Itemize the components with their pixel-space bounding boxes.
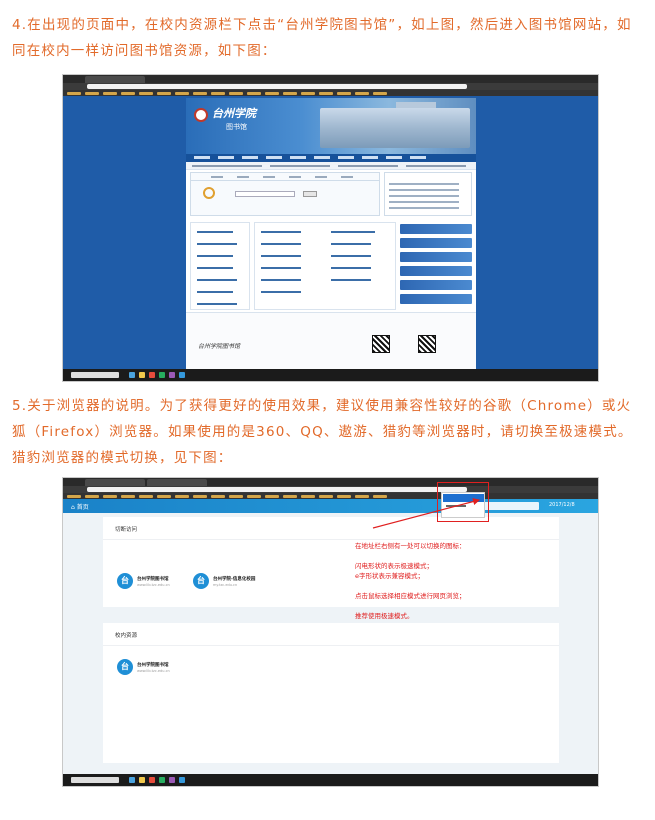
browser-tab — [147, 479, 207, 486]
quick-link — [400, 252, 472, 262]
portal-header: ⌂ 首页 2017/12/8 — [63, 499, 598, 513]
portal-body: 切断访问 台 台州学院图书馆 www.lib.tzc.edu.cn 台 台州学院… — [63, 513, 598, 776]
quick-link — [400, 224, 472, 234]
quick-link — [400, 266, 472, 276]
windows-taskbar — [63, 774, 598, 786]
annotation-line: 点击鼠标选择相应模式进行网页浏览； — [355, 592, 466, 600]
portal-home: ⌂ 首页 — [71, 504, 89, 511]
taskbar-search — [71, 372, 119, 378]
panel-access: 切断访问 台 台州学院图书馆 www.lib.tzc.edu.cn 台 台州学院… — [103, 517, 559, 607]
browser-tab — [85, 76, 145, 83]
browser-address-bar — [63, 83, 598, 90]
magnifier-icon — [203, 187, 215, 199]
annotation-line: 闪电形状的表示极速模式； — [355, 562, 433, 570]
building-photo — [320, 108, 470, 148]
qr-code-icon — [372, 335, 390, 353]
browser-address-bar — [63, 486, 598, 493]
browser-tab-bar — [63, 478, 598, 486]
annotation-line: 在地址栏右侧有一处可以切换的图标： — [355, 542, 466, 550]
quick-link — [400, 238, 472, 248]
site-footer: 台州学院图书馆 — [186, 312, 476, 371]
college-logo-icon — [194, 108, 208, 122]
library-page-background: 台州学院 图书馆 台州学院图书馆 — [63, 96, 598, 371]
highlight-box — [437, 482, 489, 522]
site-name: 台州学院 — [212, 107, 256, 120]
panel-campus-resources: 校内资源 台 台州学院图书馆 www.lib.tzc.edu.cn — [103, 623, 559, 763]
site-search-input — [235, 191, 295, 197]
library-site-screenshot: 台州学院 图书馆 台州学院图书馆 — [62, 74, 599, 382]
browser-tab-bar — [63, 75, 598, 83]
site-search-button — [303, 191, 317, 197]
site-search-box — [190, 172, 380, 216]
step-5-instruction: 5.关于浏览器的说明。为了获得更好的使用效果，建议使用兼容性较好的谷歌（Chro… — [12, 398, 633, 466]
news-box — [384, 172, 472, 216]
quick-link — [400, 280, 472, 290]
service-column — [190, 222, 250, 310]
qr-code-icon — [418, 335, 436, 353]
site-nav — [186, 154, 476, 162]
tai-icon: 台 — [117, 659, 133, 675]
resources-column — [254, 222, 396, 310]
tai-icon: 台 — [117, 573, 133, 589]
annotation-line: 推荐使用极速模式。 — [355, 612, 414, 620]
site-subtitle: 图书馆 — [226, 123, 247, 131]
footer-library-name: 台州学院图书馆 — [198, 343, 241, 350]
mode-switch-screenshot: ⌂ 首页 2017/12/8 切断访问 台 台州学院图书馆 www.lib.tz… — [62, 477, 599, 787]
step-4-instruction: 4.在出现的页面中，在校内资源栏下点击“台州学院图书馆”，如上图，然后进入图书馆… — [12, 17, 632, 59]
quick-link — [400, 294, 472, 304]
tai-icon: 台 — [193, 573, 209, 589]
windows-taskbar — [63, 369, 598, 381]
library-site: 台州学院 图书馆 台州学院图书馆 — [186, 98, 476, 371]
taskbar-search — [71, 777, 119, 783]
browser-tab — [85, 479, 145, 486]
annotation-line: e字形状表示兼容模式； — [355, 572, 424, 580]
portal-date: 2017/12/8 — [549, 502, 575, 508]
library-banner: 台州学院 图书馆 — [186, 98, 476, 154]
news-ticker — [186, 162, 476, 170]
